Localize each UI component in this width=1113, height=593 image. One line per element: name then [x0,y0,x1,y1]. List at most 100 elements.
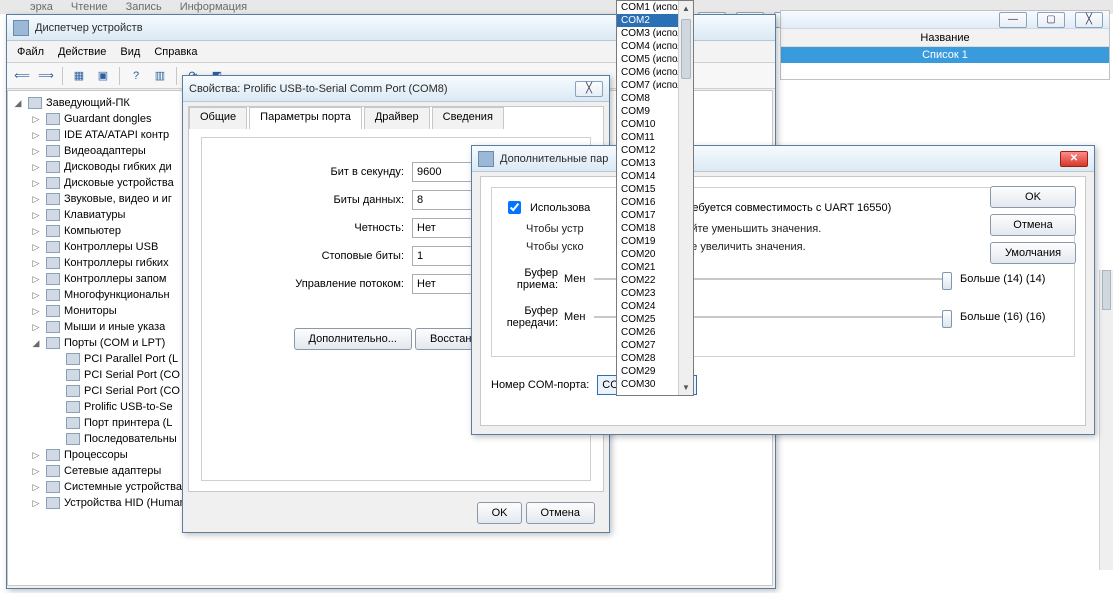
slider-thumb-icon[interactable] [942,272,952,290]
tab-general[interactable]: Общие [189,107,247,129]
tx-buffer-label: Буфер передачи: [504,305,564,329]
tree-label: Порт принтера (L [84,415,172,431]
tree-label: Звуковые, видео и иг [64,191,172,207]
adv-title: Дополнительные пар [500,153,1056,165]
tree-label: Prolific USB-to-Se [84,399,173,415]
comport-dropdown-list[interactable]: ▲ ▼ COM1 (испольCOM2COM3 (испольCOM4 (ис… [616,0,694,396]
device-icon [66,433,80,445]
bg-menu-item: Запись [126,1,162,13]
scroll-down-icon[interactable]: ▼ [679,380,693,395]
device-icon [46,193,60,205]
tab-details[interactable]: Сведения [432,107,504,129]
tx-min-label: Мен [564,311,594,323]
expand-icon[interactable]: ▷ [30,111,42,127]
menu-action[interactable]: Действие [58,46,106,58]
tree-label: Порты (COM и LPT) [64,335,165,351]
adv-titlebar[interactable]: Дополнительные пар ✕ [472,146,1094,172]
scroll-up-icon[interactable]: ▲ [679,1,693,16]
expand-icon[interactable]: ▷ [30,495,42,511]
menu-help[interactable]: Справка [154,46,197,58]
device-icon [46,241,60,253]
right-panel: — ▢ ╳ Название Список 1 [780,10,1110,80]
cancel-button[interactable]: Отмена [990,214,1076,236]
expand-icon[interactable]: ▷ [30,223,42,239]
expand-icon[interactable]: ▷ [30,479,42,495]
expand-icon[interactable]: ◢ [12,95,24,111]
device-icon [46,321,60,333]
menu-view[interactable]: Вид [120,46,140,58]
defaults-button[interactable]: Умолчания [990,242,1076,264]
expand-icon[interactable]: ▷ [30,127,42,143]
toolbar-icon[interactable]: ▥ [149,66,171,86]
expand-icon[interactable]: ◢ [30,335,42,351]
tree-label: IDE ATA/ATAPI контр [64,127,169,143]
device-icon [66,353,80,365]
tx-max-label: Больше (16) [960,311,1023,323]
expand-icon[interactable]: ▷ [30,239,42,255]
use-fifo-label-b: ребуется совместимость с UART 16550) [686,202,891,214]
list-row-selected[interactable]: Список 1 [781,47,1109,63]
comport-label: Номер COM-порта: [491,379,589,391]
device-icon [46,273,60,285]
expand-icon[interactable]: ▷ [30,447,42,463]
cancel-button[interactable]: Отмена [526,502,595,524]
close-button[interactable]: ╳ [575,81,603,97]
tab-port-settings[interactable]: Параметры порта [249,107,362,129]
tree-label: PCI Serial Port (CO [84,383,180,399]
scrollbar-thumb[interactable] [1102,270,1111,310]
tabstrip: Общие Параметры порта Драйвер Сведения [189,106,603,128]
device-icon [46,305,60,317]
expand-icon[interactable]: ▷ [30,463,42,479]
device-icon [28,97,42,109]
tree-label: Многофункциональн [64,287,170,303]
tab-driver[interactable]: Драйвер [364,107,430,129]
note1b: обуйте уменьшить значения. [674,223,822,235]
use-fifo-label-a: Использова [530,202,590,214]
right-scrollbar[interactable] [1099,270,1113,570]
menu-file[interactable]: Файл [17,46,44,58]
minimize-button[interactable]: — [999,12,1027,28]
use-fifo-checkbox[interactable] [508,201,521,214]
tree-label: Мониторы [64,303,117,319]
toolbar-icon[interactable]: ▣ [92,66,114,86]
note1a: Чтобы устр [526,223,584,235]
close-button[interactable]: ╳ [1075,12,1103,28]
expand-icon[interactable]: ▷ [30,287,42,303]
expand-icon[interactable]: ▷ [30,303,42,319]
device-icon [66,369,80,381]
scrollbar-thumb[interactable] [681,19,691,79]
ok-button[interactable]: OK [990,186,1076,208]
ok-button[interactable]: OK [477,502,523,524]
expand-icon[interactable]: ▷ [30,191,42,207]
help-icon[interactable]: ? [125,66,147,86]
device-icon [46,209,60,221]
device-icon [46,337,60,349]
dropdown-scrollbar[interactable]: ▲ ▼ [678,1,693,395]
expand-icon[interactable]: ▷ [30,207,42,223]
back-icon[interactable]: ⟸ [11,66,33,86]
expand-icon[interactable]: ▷ [30,175,42,191]
forward-icon[interactable]: ⟹ [35,66,57,86]
expand-icon[interactable]: ▷ [30,143,42,159]
device-icon [46,481,60,493]
slider-thumb-icon[interactable] [942,310,952,328]
toolbar-icon[interactable]: ▦ [68,66,90,86]
expand-icon[interactable]: ▷ [30,159,42,175]
device-icon [46,465,60,477]
tree-label: Заведующий-ПК [46,95,130,111]
advanced-button[interactable]: Дополнительно... [294,328,412,350]
tree-label: Клавиатуры [64,207,125,223]
expand-icon[interactable]: ▷ [30,255,42,271]
note2a: Чтобы уско [526,241,584,253]
close-button[interactable]: ✕ [1060,151,1088,167]
props-titlebar[interactable]: Свойства: Prolific USB-to-Serial Comm Po… [183,76,609,102]
expand-icon[interactable]: ▷ [30,319,42,335]
tree-label: Сетевые адаптеры [64,463,161,479]
expand-icon[interactable]: ▷ [30,271,42,287]
maximize-button[interactable]: ▢ [1037,12,1065,28]
device-icon [46,257,60,269]
tree-label: Компьютер [64,223,121,239]
tree-label: PCI Serial Port (CO [84,367,180,383]
column-header-name[interactable]: Название [781,29,1109,47]
rx-buffer-label: Буфер приема: [504,267,564,291]
